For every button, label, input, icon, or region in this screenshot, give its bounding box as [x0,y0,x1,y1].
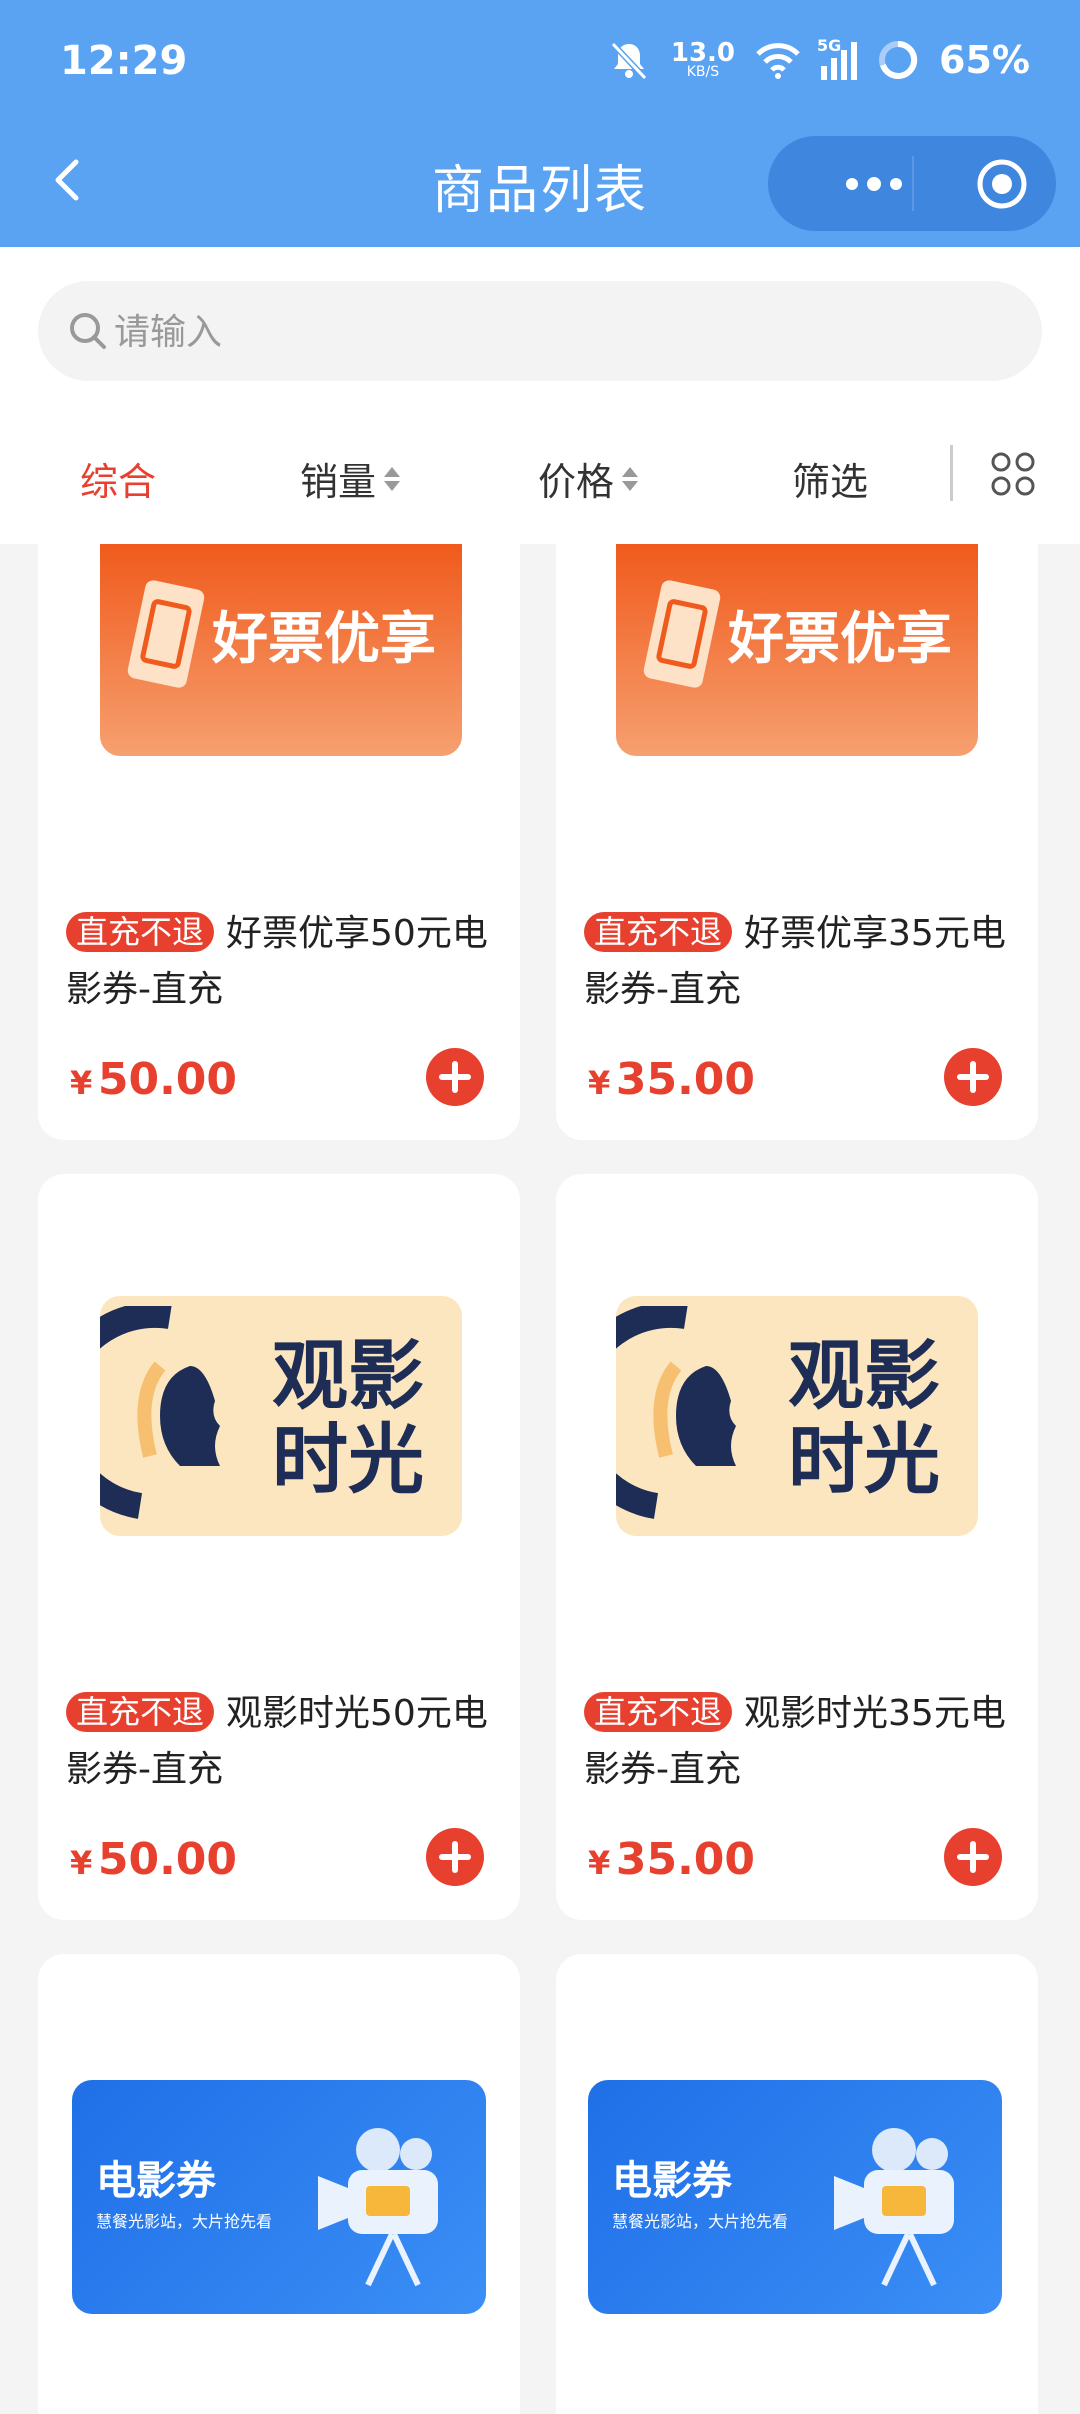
capsule-divider [912,156,914,211]
search-area [0,247,1080,407]
sort-bar: 综合 销量 价格 筛选 [0,407,1080,544]
wifi-icon [756,43,800,79]
product-price: ¥ 35.00 [588,1054,756,1105]
product-image-guanying: 观影 时光 [100,1296,462,1536]
no-refund-tag: 直充不退 [584,912,733,952]
grid-view-icon[interactable] [990,451,1036,497]
product-image-haopiao: 好票优享 [616,544,978,756]
product-image-haopiao: 好票优享 [100,544,462,756]
product-name: 直充不退 观影时光35元电影券-直充 [584,1692,1006,1790]
sort-arrows-icon [622,466,639,491]
image-caption: 电影券 [612,2158,732,2204]
add-to-cart-button[interactable] [944,1048,1002,1106]
sort-divider [950,445,953,501]
product-price: ¥ 50.00 [70,1054,238,1105]
sort-sales[interactable]: 销量 [300,451,401,506]
header: 12:29 13.0 KB/S 5G 65% 商品列表 [0,0,1080,247]
image-caption: 好票优享 [728,607,952,672]
search-input[interactable] [112,303,996,361]
add-to-cart-button[interactable] [426,1048,484,1106]
add-to-cart-button[interactable] [944,1828,1002,1886]
target-icon [977,159,1027,208]
product-card[interactable]: 观影 时光 直充不退 观影时光50元电影券-直充 ¥ 50.00 [38,1174,520,1920]
product-card[interactable]: 电影券 慧餐光影站，大片抢先看 [556,1954,1038,2414]
image-caption: 电影券 [96,2158,216,2204]
status-bar: 12:29 13.0 KB/S 5G 65% [0,0,1080,130]
mute-icon [610,41,648,81]
search-icon [70,313,106,349]
ticket-icon [643,580,721,688]
sort-arrows-icon [384,466,401,491]
product-card[interactable]: 观影 时光 直充不退 观影时光35元电影券-直充 ¥ 35.00 [556,1174,1038,1920]
product-name: 直充不退 好票优享50元电影券-直充 [66,912,488,1010]
image-subcaption: 慧餐光影站，大片抢先看 [96,2212,273,2231]
film-reel-portrait-icon [100,1306,220,1519]
product-price: ¥ 35.00 [588,1834,756,1885]
product-image-guanying: 观影 时光 [616,1296,978,1536]
status-icons: 13.0 KB/S 5G 65% [607,36,1030,82]
add-to-cart-button[interactable] [426,1828,484,1886]
product-card[interactable]: 好票优享 直充不退 好票优享35元电影券-直充 ¥ 35.00 [556,544,1038,1140]
image-caption: 观影 时光 [272,1331,424,1504]
sort-price[interactable]: 价格 [538,451,639,506]
net-speed: 13.0 KB/S [670,38,736,80]
movie-camera-icon [834,2128,954,2287]
product-name: 直充不退 观影时光50元电影券-直充 [66,1692,488,1790]
more-dots-icon [846,176,902,191]
product-image-dianyingquan: 电影券 慧餐光影站，大片抢先看 [588,2080,1002,2314]
close-miniprogram-button[interactable] [948,136,1056,231]
battery-percent: 65% [939,38,1030,82]
more-button[interactable] [808,136,940,231]
movie-camera-icon [318,2128,438,2287]
product-card[interactable]: 电影券 慧餐光影站，大片抢先看 [38,1954,520,2414]
search-box[interactable] [38,281,1042,381]
status-time: 12:29 [60,38,188,84]
ticket-icon [127,580,205,688]
signal-icon: 5G [817,36,858,80]
miniprogram-capsule [768,136,1056,231]
product-price: ¥ 50.00 [70,1834,238,1885]
product-image-dianyingquan: 电影券 慧餐光影站，大片抢先看 [72,2080,486,2314]
image-caption: 好票优享 [212,607,436,672]
image-caption: 观影 时光 [788,1331,940,1504]
film-reel-portrait-icon [616,1306,736,1519]
filter-button[interactable]: 筛选 [792,451,868,506]
battery-ring-icon [879,40,918,79]
image-subcaption: 慧餐光影站，大片抢先看 [612,2212,789,2231]
no-refund-tag: 直充不退 [584,1692,733,1732]
no-refund-tag: 直充不退 [66,1692,215,1732]
no-refund-tag: 直充不退 [66,912,215,952]
product-card[interactable]: 好票优享 直充不退 好票优享50元电影券-直充 ¥ 50.00 [38,544,520,1140]
sort-comprehensive[interactable]: 综合 [80,451,156,506]
nav-bar: 商品列表 [0,130,1080,247]
product-name: 直充不退 好票优享35元电影券-直充 [584,912,1006,1010]
